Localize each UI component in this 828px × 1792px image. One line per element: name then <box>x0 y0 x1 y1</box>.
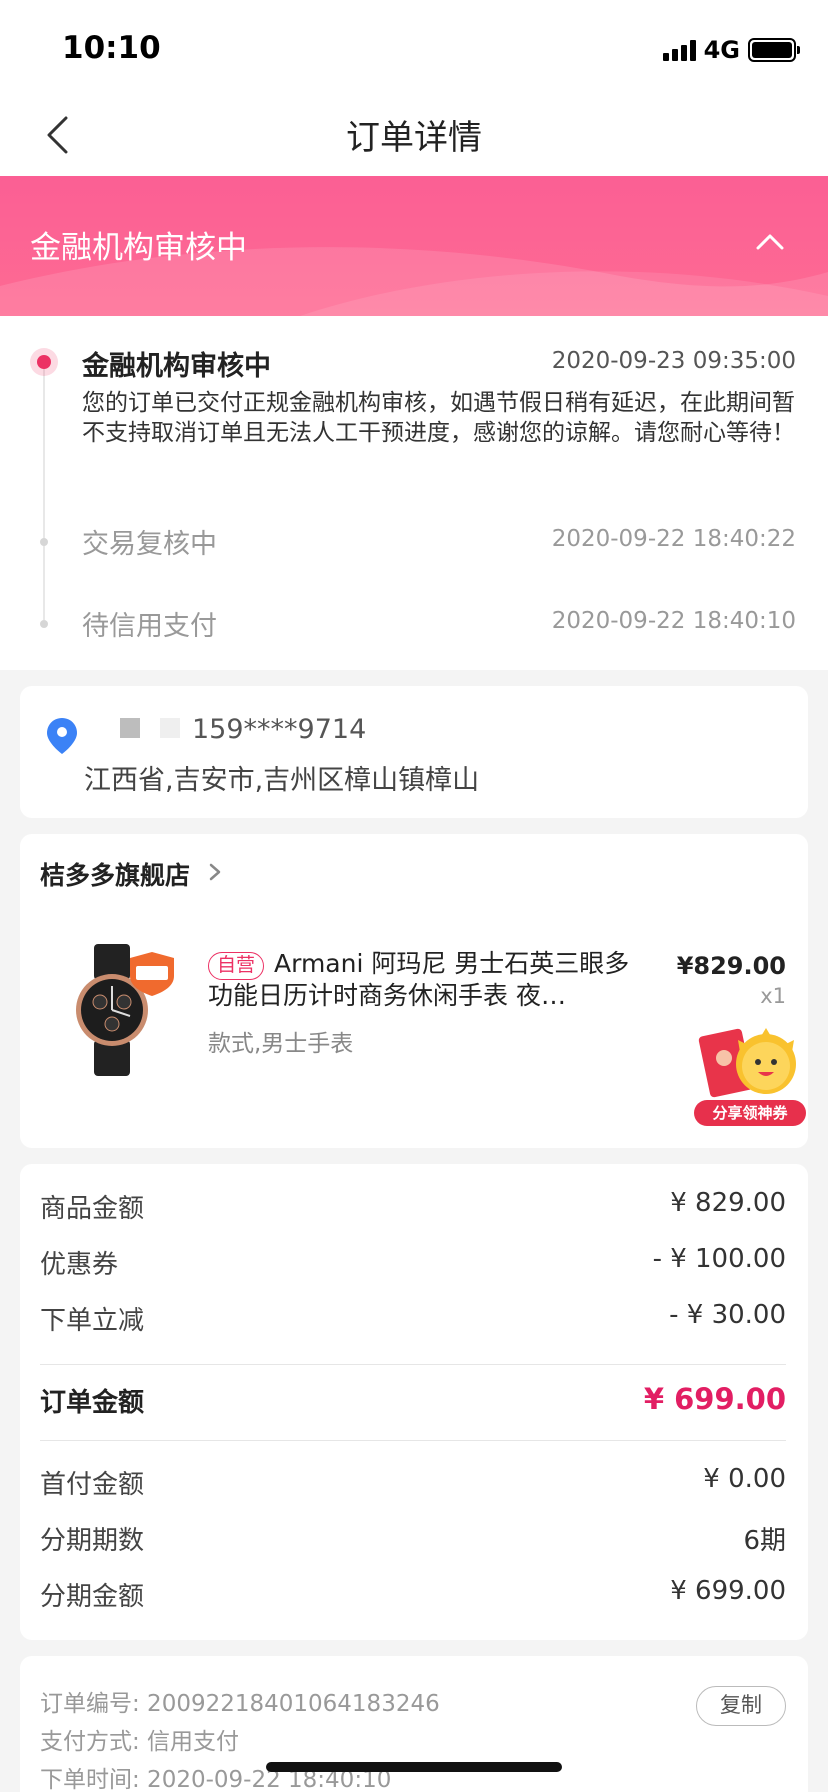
amount-row-down-payment: 首付金额 ¥ 0.00 <box>40 1464 786 1504</box>
timeline-dot <box>40 538 48 546</box>
network-label: 4G <box>703 36 740 64</box>
battery-icon <box>748 38 800 62</box>
timeline-dot <box>40 620 48 628</box>
timeline-title: 金融机构审核中 <box>82 351 271 382</box>
chevron-right-icon[interactable] <box>208 862 222 882</box>
payment-method: 支付方式: 信用支付 <box>40 1729 240 1755</box>
status-time: 10:10 <box>62 30 161 66</box>
share-coupon-button[interactable]: 分享领神券 <box>694 1100 806 1126</box>
amount-label: 首付金额 <box>40 1470 145 1500</box>
product-quantity: x1 <box>760 984 786 1008</box>
amount-value: ¥ 829.00 <box>670 1188 786 1218</box>
amount-label: 商品金额 <box>40 1194 145 1224</box>
banner-title: 金融机构审核中 <box>30 230 247 266</box>
amount-value: - ¥ 100.00 <box>652 1244 786 1274</box>
timeline-time: 2020-09-22 18:40:22 <box>551 526 796 552</box>
shop-name[interactable]: 桔多多旗舰店 <box>40 856 190 892</box>
timeline-time: 2020-09-22 18:40:10 <box>551 608 796 634</box>
divider <box>40 1364 786 1365</box>
recipient-address: 江西省,吉安市,吉州区樟山镇樟山 <box>84 765 480 796</box>
product-price: ¥829.00 <box>676 952 786 980</box>
amount-row-coupon: 优惠券 - ¥ 100.00 <box>40 1244 786 1284</box>
amount-value: ¥ 0.00 <box>703 1464 786 1494</box>
amount-label: 分期金额 <box>40 1582 145 1612</box>
product-image[interactable] <box>50 940 190 1080</box>
copy-button[interactable]: 复制 <box>696 1686 786 1726</box>
amount-row-discount: 下单立减 - ¥ 30.00 <box>40 1300 786 1340</box>
amount-value: 6期 <box>743 1526 786 1556</box>
shop-card: 桔多多旗舰店 自营 Armani 阿玛尼 男士石英三眼多功能日历计时商务休闲手表… <box>20 834 808 1148</box>
status-bar: 10:10 4G <box>0 0 828 96</box>
nav-bar: 订单详情 <box>0 96 828 176</box>
page-title: 订单详情 <box>346 118 482 158</box>
timeline-time: 2020-09-23 09:35:00 <box>551 348 796 374</box>
amount-label: 优惠券 <box>40 1250 119 1280</box>
divider <box>40 1440 786 1441</box>
location-pin-icon <box>47 718 77 754</box>
signal-icon <box>662 39 696 61</box>
address-card[interactable]: 159****9714 江西省,吉安市,吉州区樟山镇樟山 <box>20 686 808 818</box>
name-redacted <box>160 718 180 738</box>
timeline-dot-active <box>30 348 58 376</box>
total-value: ¥ 699.00 <box>643 1382 786 1416</box>
amount-row-total: 订单金额 ¥ 699.00 <box>40 1382 786 1422</box>
product-title[interactable]: Armani 阿玛尼 男士石英三眼多功能日历计时商务休闲手表 夜… <box>208 948 648 1012</box>
timeline-title: 交易复核中 <box>82 529 217 560</box>
home-indicator <box>266 1762 562 1772</box>
amount-row-installment: 分期金额 ¥ 699.00 <box>40 1576 786 1616</box>
amount-row-goods: 商品金额 ¥ 829.00 <box>40 1188 786 1228</box>
status-icons: 4G <box>662 36 800 64</box>
status-banner[interactable]: 金融机构审核中 <box>0 176 828 316</box>
recipient-phone: 159****9714 <box>192 714 367 745</box>
chevron-up-icon[interactable] <box>754 230 786 254</box>
order-timeline: 金融机构审核中 2020-09-23 09:35:00 您的订单已交付正规金融机… <box>0 316 828 670</box>
timeline-line <box>43 360 45 620</box>
amount-card: 商品金额 ¥ 829.00 优惠券 - ¥ 100.00 下单立减 - ¥ 30… <box>20 1164 808 1640</box>
timeline-desc: 您的订单已交付正规金融机构审核，如遇节假日稍有延迟，在此期间暂不支持取消订单且无… <box>82 390 795 446</box>
product-spec: 款式,男士手表 <box>208 1031 354 1057</box>
total-label: 订单金额 <box>40 1388 145 1418</box>
amount-label: 分期期数 <box>40 1526 145 1556</box>
order-number: 订单编号: 20092218401064183246 <box>40 1691 440 1717</box>
amount-label: 下单立减 <box>40 1306 145 1336</box>
timeline-title: 待信用支付 <box>82 611 217 642</box>
amount-value: - ¥ 30.00 <box>669 1300 786 1330</box>
name-redacted <box>120 718 140 738</box>
amount-value: ¥ 699.00 <box>670 1576 786 1606</box>
amount-row-periods: 分期期数 6期 <box>40 1520 786 1560</box>
